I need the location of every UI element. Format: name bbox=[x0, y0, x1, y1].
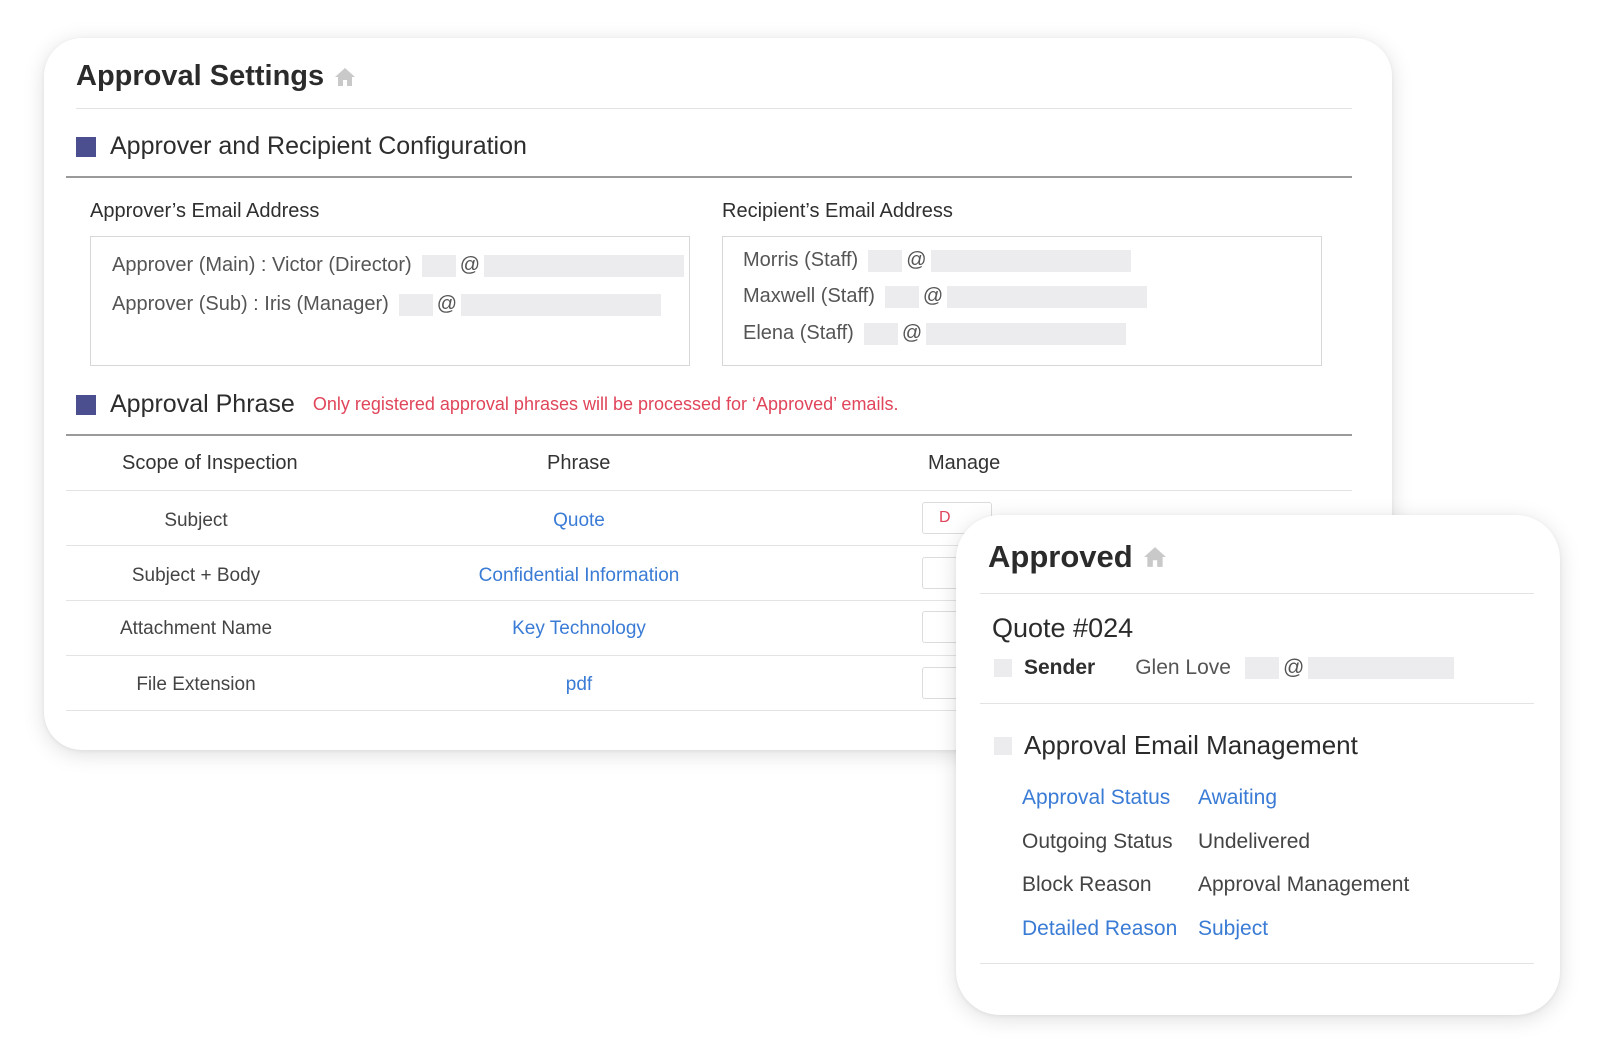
scope-cell: Subject bbox=[164, 510, 228, 531]
recipient-email-label: Recipient’s Email Address bbox=[722, 200, 953, 222]
detailed-reason-label[interactable]: Detailed Reason bbox=[1022, 917, 1177, 941]
at-sign: @ bbox=[1282, 656, 1305, 679]
table-divider bbox=[66, 490, 1352, 491]
approved-title-divider bbox=[980, 593, 1534, 594]
config-section-title: Approver and Recipient Configuration bbox=[110, 132, 527, 160]
at-sign: @ bbox=[436, 293, 458, 315]
section-bullet-icon bbox=[76, 394, 96, 415]
bullet-icon bbox=[994, 659, 1012, 677]
recipient-row: Maxwell (Staff) @ bbox=[743, 285, 1148, 308]
sender-label: Sender bbox=[1024, 656, 1096, 679]
redacted-domain bbox=[947, 285, 1148, 308]
header-scope: Scope of Inspection bbox=[122, 452, 298, 474]
scope-cell: File Extension bbox=[136, 674, 256, 695]
approver-name: Approver (Main) : Victor (Director) bbox=[112, 254, 412, 276]
approved-title: Approved bbox=[988, 539, 1167, 575]
approver-name: Approver (Sub) : Iris (Manager) bbox=[112, 293, 389, 315]
sender-divider bbox=[980, 703, 1534, 704]
phrase-section-divider bbox=[66, 434, 1352, 436]
mgmt-bottom-divider bbox=[980, 963, 1534, 964]
redacted-domain bbox=[930, 249, 1131, 272]
sender-row: Sender Glen Love @ bbox=[994, 656, 1455, 680]
home-icon[interactable] bbox=[1143, 546, 1167, 568]
header-manage: Manage bbox=[928, 452, 1001, 474]
at-sign: @ bbox=[922, 285, 944, 307]
at-sign: @ bbox=[906, 249, 927, 271]
redacted-local-part bbox=[1244, 657, 1279, 679]
header-phrase: Phrase bbox=[547, 452, 611, 474]
home-icon[interactable] bbox=[334, 67, 356, 87]
page-title: Approval Settings bbox=[76, 60, 356, 93]
page-title-text: Approval Settings bbox=[76, 60, 325, 92]
recipient-row: Elena (Staff) @ bbox=[743, 322, 1127, 345]
at-sign: @ bbox=[459, 254, 481, 276]
quote-title: Quote #024 bbox=[992, 613, 1134, 643]
section-bullet-icon bbox=[76, 136, 96, 157]
phrase-link[interactable]: Confidential Information bbox=[429, 565, 729, 587]
bullet-icon bbox=[994, 736, 1012, 755]
approved-title-text: Approved bbox=[988, 539, 1133, 574]
phrase-section-header: Approval Phrase Only registered approval… bbox=[76, 390, 898, 419]
approver-email-box: Approver (Main) : Victor (Director) @ Ap… bbox=[90, 236, 690, 366]
title-divider bbox=[76, 108, 1352, 109]
recipient-row: Morris (Staff) @ bbox=[743, 249, 1131, 272]
redacted-local-part bbox=[868, 249, 903, 272]
scope-cell: Subject + Body bbox=[131, 565, 261, 586]
approval-status-value[interactable]: Awaiting bbox=[1198, 786, 1277, 810]
approver-email-label: Approver’s Email Address bbox=[90, 200, 320, 222]
sender-name: Glen Love bbox=[1135, 656, 1231, 679]
detailed-reason-value[interactable]: Subject bbox=[1198, 917, 1268, 941]
at-sign: @ bbox=[901, 322, 923, 344]
block-reason-value: Approval Management bbox=[1198, 873, 1410, 896]
scope-cell: Attachment Name bbox=[119, 618, 273, 639]
phrase-link[interactable]: pdf bbox=[429, 674, 729, 696]
redacted-local-part bbox=[863, 322, 898, 345]
approver-row: Approver (Sub) : Iris (Manager) @ bbox=[112, 293, 662, 316]
redacted-domain bbox=[926, 322, 1127, 345]
block-reason-label: Block Reason bbox=[1022, 873, 1152, 896]
recipient-email-box: Morris (Staff) @ Maxwell (Staff) @ Elena… bbox=[722, 236, 1322, 366]
recipient-name: Maxwell (Staff) bbox=[743, 285, 875, 307]
outgoing-status-label: Outgoing Status bbox=[1022, 830, 1173, 853]
config-section-header: Approver and Recipient Configuration bbox=[76, 132, 527, 161]
mgmt-section-title: Approval Email Management bbox=[1024, 730, 1358, 760]
redacted-local-part bbox=[421, 254, 456, 277]
phrase-section-title: Approval Phrase bbox=[110, 390, 295, 418]
mgmt-section-header: Approval Email Management bbox=[994, 730, 1358, 761]
approved-email-panel: Approved Quote #024 Sender Glen Love @ A… bbox=[956, 515, 1560, 1015]
recipient-name: Elena (Staff) bbox=[743, 322, 854, 344]
phrase-link[interactable]: Quote bbox=[429, 510, 729, 532]
recipient-name: Morris (Staff) bbox=[743, 249, 859, 271]
phrase-note: Only registered approval phrases will be… bbox=[312, 394, 899, 414]
redacted-local-part bbox=[398, 293, 433, 316]
approver-row: Approver (Main) : Victor (Director) @ bbox=[112, 254, 685, 277]
config-section-divider bbox=[66, 176, 1352, 178]
approval-status-label[interactable]: Approval Status bbox=[1022, 786, 1170, 810]
phrase-link[interactable]: Key Technology bbox=[429, 618, 729, 640]
redacted-domain bbox=[484, 254, 685, 277]
redacted-domain bbox=[1308, 657, 1455, 679]
redacted-domain bbox=[461, 293, 662, 316]
redacted-local-part bbox=[884, 285, 919, 308]
outgoing-status-value: Undelivered bbox=[1198, 830, 1311, 853]
